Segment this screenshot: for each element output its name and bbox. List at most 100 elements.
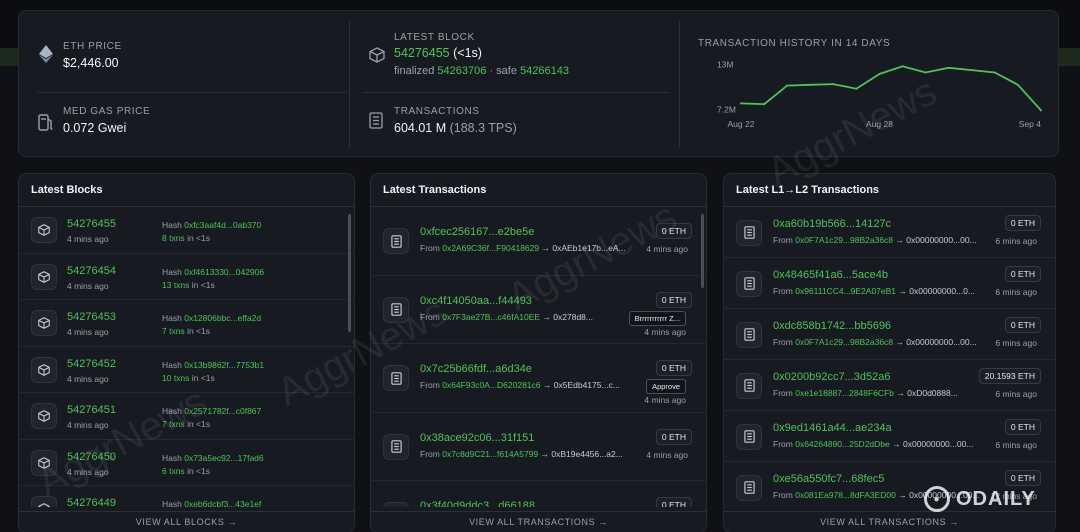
block-row[interactable]: 54276453 4 mins ago Hash 0x12806bbc...effa…: [19, 300, 354, 347]
transaction-hash-link[interactable]: 0x48465f41a6...5ace4b: [773, 269, 888, 281]
block-hash-link[interactable]: 0x2571782f...c0f867: [184, 406, 261, 416]
from-address-link[interactable]: 0x7c8d9C21...f614A5799: [442, 449, 538, 459]
from-address-link[interactable]: 0x64F93c0A...D620281c6: [442, 380, 540, 390]
block-txns-link[interactable]: 10 txns: [162, 373, 189, 383]
block-hash-line: Hash 0x73a5ec92...17fad6: [162, 453, 264, 463]
to-address-link[interactable]: → 0x00000000...00...: [895, 235, 976, 245]
from-address-link[interactable]: 0x081Ea978...8dFA3ED00: [795, 490, 896, 500]
to-address-link[interactable]: → 0x00000000...00...: [895, 337, 976, 347]
block-hash-link[interactable]: 0xfc3aaf4d...0ab370: [184, 220, 261, 230]
scrollbar[interactable]: [701, 214, 704, 288]
divider: [371, 511, 706, 512]
transaction-hash-link[interactable]: 0xa60b19b566...14127c: [773, 218, 891, 230]
to-address-link[interactable]: → 0x00000000...00...: [892, 439, 973, 449]
to-address-link[interactable]: → 0x5Edb4175...c...: [543, 380, 620, 390]
transaction-hash-link[interactable]: 0x38ace92c06...31f151: [420, 432, 534, 444]
from-label: From: [773, 234, 793, 245]
transaction-age: 6 mins ago: [995, 337, 1037, 348]
from-address-link[interactable]: 0x96111CC4...9E2A07eB1: [795, 286, 896, 296]
block-hash-link[interactable]: 0x13b9862f...7753b1: [184, 360, 264, 370]
latest-block-label: LATEST BLOCK: [394, 32, 475, 43]
block-time: in <1s: [187, 233, 210, 243]
transaction-row[interactable]: 0x0200b92cc7...3d52a6 From 0xe1e18887...2…: [724, 360, 1055, 411]
block-number-link[interactable]: 54276450: [67, 451, 116, 463]
block-number-link[interactable]: 54276452: [67, 358, 116, 370]
transaction-hash-link[interactable]: 0x9ed1461a44...ae234a: [773, 422, 892, 434]
cube-icon: [31, 496, 57, 507]
gas-price-label: MED GAS PRICE: [63, 106, 151, 117]
block-hash-link[interactable]: 0x12806bbc...effa2d: [184, 313, 261, 323]
block-hash-link[interactable]: 0x73a5ec92...17fad6: [184, 453, 263, 463]
block-number-link[interactable]: 54276451: [67, 404, 116, 416]
to-address-link[interactable]: → 0xD0d0888...: [896, 388, 957, 398]
block-number-link[interactable]: 54276453: [67, 311, 116, 323]
transaction-row[interactable]: 0x7c25b66fdf...a6d34e From 0x64F93c0A...D…: [371, 344, 706, 413]
to-address-link[interactable]: → 0x00000000...0...: [898, 286, 975, 296]
view-all-blocks-link[interactable]: VIEW ALL BLOCKS →: [19, 517, 354, 527]
transaction-hash-link[interactable]: 0xc4f14050aa...f44493: [420, 295, 532, 307]
eth-price-label: ETH PRICE: [63, 41, 122, 52]
safe-block-number[interactable]: 54266143: [520, 65, 569, 77]
transaction-hash-link[interactable]: 0xe56a550fc7...68fec5: [773, 473, 884, 485]
from-address-link[interactable]: 0x2A69C36f...F90418629: [442, 243, 539, 253]
to-address-link[interactable]: → 0xAEb1e17b...eA...: [541, 243, 625, 253]
history-data-point: [740, 102, 742, 105]
block-row[interactable]: 54276455 4 mins ago Hash 0xfc3aaf4d...0ab3…: [19, 207, 354, 254]
block-txns-link[interactable]: 6 txns: [162, 466, 185, 476]
transaction-hash-link[interactable]: 0xdc858b1742...bb5696: [773, 320, 891, 332]
block-number-link[interactable]: 54276454: [67, 265, 116, 277]
latest-block-number[interactable]: 54276455: [394, 46, 450, 60]
cube-icon: [31, 449, 57, 476]
document-icon: [736, 219, 762, 246]
transaction-row[interactable]: 0xc4f14050aa...f44493 From 0x7F3ae27B...c…: [371, 276, 706, 344]
scrollbar[interactable]: [348, 214, 351, 332]
from-address-link[interactable]: 0x7F3ae27B...c46fA10EE: [442, 312, 540, 322]
block-txns-link[interactable]: 8 txns: [162, 233, 185, 243]
finalized-block-number[interactable]: 54263706: [437, 65, 486, 77]
block-row[interactable]: 54276452 4 mins ago Hash 0x13b9862f...7753…: [19, 347, 354, 393]
transactions-label: TRANSACTIONS: [394, 106, 480, 117]
transaction-hash-link[interactable]: 0x3f40d9ddc3...d66188: [420, 500, 535, 507]
y-tick-label: 13M: [717, 60, 734, 70]
block-row[interactable]: 54276450 4 mins ago Hash 0x73a5ec92...17fa…: [19, 440, 354, 486]
transaction-addresses: From 0xe1e18887...2848F6CFb → 0xD0d0888.…: [773, 388, 993, 398]
block-hash-line: Hash 0x12806bbc...effa2d: [162, 313, 261, 323]
block-hash-link[interactable]: 0xf4613330...042906: [184, 267, 264, 277]
block-row[interactable]: 54276454 4 mins ago Hash 0xf4613330...0429…: [19, 254, 354, 300]
block-txns-link[interactable]: 7 txns: [162, 326, 185, 336]
view-all-transactions-link[interactable]: VIEW ALL TRANSACTIONS →: [371, 517, 706, 527]
block-txns-link[interactable]: 13 txns: [162, 280, 189, 290]
from-address-link[interactable]: 0x0F7A1c29...98B2a36c8: [795, 337, 893, 347]
hash-label: Hash: [162, 359, 182, 370]
block-hash-link[interactable]: 0xeb6dcbf3...43e1ef: [184, 499, 261, 507]
transaction-hash-link[interactable]: 0xfcec256167...e2be5e: [420, 226, 534, 238]
transaction-age: 6 mins ago: [995, 388, 1037, 399]
finality-line: finalized 54263706 · safe 54266143: [394, 65, 569, 77]
ethereum-icon: [39, 45, 57, 63]
from-address-link[interactable]: 0xe1e18887...2848F6CFb: [795, 388, 894, 398]
value-badge: 0 ETH: [655, 291, 692, 308]
transaction-row[interactable]: 0xa60b19b566...14127c From 0x0F7A1c29...9…: [724, 207, 1055, 258]
transaction-hash-link[interactable]: 0x7c25b66fdf...a6d34e: [420, 363, 532, 375]
to-address-link[interactable]: → 0xB19e4456...a2...: [541, 449, 623, 459]
block-number-link[interactable]: 54276449: [67, 497, 116, 507]
hash-label: Hash: [162, 220, 182, 230]
block-row[interactable]: 54276449 Hash 0xeb6dcbf3...43e1ef: [19, 486, 354, 507]
transaction-addresses: From 0x2A69C36f...F90418629 → 0xAEb1e17b…: [420, 243, 640, 253]
transaction-row[interactable]: 0x48465f41a6...5ace4b From 0x96111CC4...9…: [724, 258, 1055, 309]
block-txns-link[interactable]: 7 txns: [162, 419, 185, 429]
transaction-row[interactable]: 0x9ed1461a44...ae234a From 0x64264890...2…: [724, 411, 1055, 462]
transaction-row[interactable]: 0xfcec256167...e2be5e From 0x2A69C36f...F…: [371, 207, 706, 276]
transaction-row[interactable]: 0x3f40d9ddc3...d66188From 0xD716D843...0…: [371, 481, 706, 507]
from-address-link[interactable]: 0x64264890...25D2dDbe: [795, 439, 890, 449]
transaction-hash-link[interactable]: 0x0200b92cc7...3d52a6: [773, 371, 890, 383]
transaction-row[interactable]: 0x38ace92c06...31f151 From 0x7c8d9C21...f…: [371, 413, 706, 481]
transaction-addresses: From 0x64F93c0A...D620281c6 → 0x5Edb4175…: [420, 380, 640, 390]
block-row[interactable]: 54276451 4 mins ago Hash 0x2571782f...c0f8…: [19, 393, 354, 440]
from-address-link[interactable]: 0x0F7A1c29...98B2a36c8: [795, 235, 893, 245]
to-address-link[interactable]: → 0x278d8...: [542, 312, 593, 322]
block-number-link[interactable]: 54276455: [67, 218, 116, 230]
view-all-l1-l2-transactions-link[interactable]: VIEW ALL TRANSACTIONS →: [724, 517, 1055, 527]
transaction-row[interactable]: 0xdc858b1742...bb5696 From 0x0F7A1c29...9…: [724, 309, 1055, 360]
transaction-history-chart[interactable]: 13M 7.2M Aug 22 Aug 28 Sep 4: [695, 53, 1049, 131]
